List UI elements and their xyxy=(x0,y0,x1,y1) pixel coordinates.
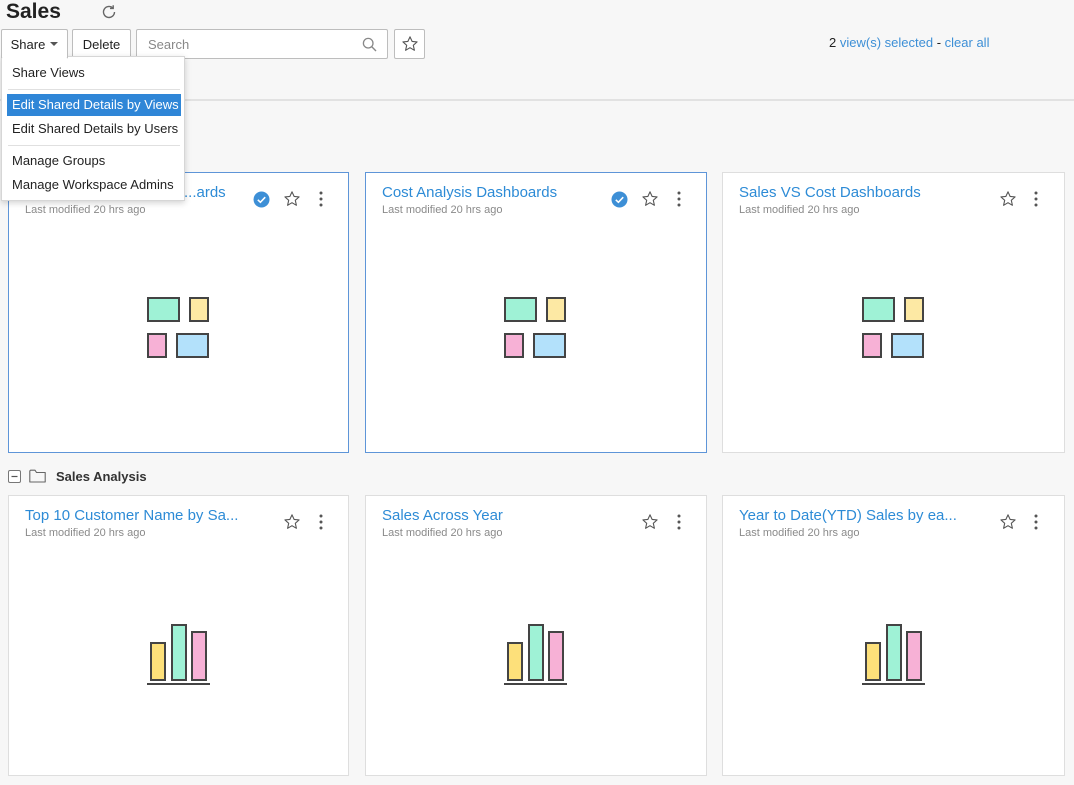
search-icon[interactable] xyxy=(362,37,377,52)
view-card[interactable]: ...ards Last modified 20 hrs ago xyxy=(8,172,349,453)
card-title[interactable]: Year to Date(YTD) Sales by ea... xyxy=(739,507,957,524)
clear-all-link[interactable]: clear all xyxy=(945,35,990,50)
folder-icon xyxy=(29,469,46,483)
card-modified: Last modified 20 hrs ago xyxy=(739,204,860,216)
bar-chart-icon xyxy=(146,624,210,685)
star-icon[interactable] xyxy=(999,190,1017,208)
view-card[interactable]: Sales VS Cost Dashboards Last modified 2… xyxy=(722,172,1065,453)
menu-divider xyxy=(8,145,180,146)
view-card[interactable]: Sales Across Year Last modified 20 hrs a… xyxy=(365,495,707,776)
menu-item-share-views[interactable]: Share Views xyxy=(2,62,184,84)
selection-count: 2 xyxy=(829,35,837,50)
folder-header[interactable]: Sales Analysis xyxy=(8,466,147,486)
card-modified: Last modified 20 hrs ago xyxy=(25,527,146,539)
star-icon[interactable] xyxy=(641,190,659,208)
star-icon xyxy=(401,36,418,51)
card-title[interactable]: Cost Analysis Dashboards xyxy=(382,184,557,201)
chevron-down-icon xyxy=(50,42,59,46)
menu-item-manage-groups[interactable]: Manage Groups xyxy=(2,150,184,172)
share-button-label: Share xyxy=(10,36,46,52)
bar-chart-icon xyxy=(861,624,925,685)
search-field[interactable] xyxy=(136,29,388,59)
view-card[interactable]: Year to Date(YTD) Sales by ea... Last mo… xyxy=(722,495,1065,776)
view-card[interactable]: Cost Analysis Dashboards Last modified 2… xyxy=(365,172,707,453)
more-options-icon[interactable] xyxy=(1033,191,1039,207)
bar-chart-icon xyxy=(504,624,567,685)
more-options-icon[interactable] xyxy=(1033,514,1039,530)
more-options-icon[interactable] xyxy=(318,191,324,207)
star-icon[interactable] xyxy=(641,513,659,531)
dashboard-icon xyxy=(861,297,924,358)
dashboard-icon xyxy=(146,297,209,358)
card-title[interactable]: Top 10 Customer Name by Sa... xyxy=(25,507,238,524)
selected-views-link[interactable]: view(s) selected xyxy=(840,35,933,50)
search-input[interactable] xyxy=(137,30,347,58)
star-icon[interactable] xyxy=(283,190,301,208)
star-icon[interactable] xyxy=(283,513,301,531)
more-options-icon[interactable] xyxy=(676,514,682,530)
share-menu: Share Views Edit Shared Details by Views… xyxy=(1,56,185,201)
selected-check-icon[interactable] xyxy=(253,191,270,208)
menu-item-edit-shared-by-views[interactable]: Edit Shared Details by Views xyxy=(7,94,181,116)
selected-check-icon[interactable] xyxy=(611,191,628,208)
selection-separator: - xyxy=(936,35,942,50)
menu-item-manage-workspace-admins[interactable]: Manage Workspace Admins xyxy=(2,174,184,196)
card-title[interactable]: Sales Across Year xyxy=(382,507,503,524)
menu-item-edit-shared-by-users[interactable]: Edit Shared Details by Users xyxy=(2,118,184,140)
card-modified: Last modified 20 hrs ago xyxy=(382,204,503,216)
collapse-icon[interactable] xyxy=(8,469,21,483)
card-modified: Last modified 20 hrs ago xyxy=(25,204,146,216)
refresh-icon[interactable] xyxy=(100,3,118,21)
card-modified: Last modified 20 hrs ago xyxy=(382,527,503,539)
card-title[interactable]: Sales VS Cost Dashboards xyxy=(739,184,921,201)
folder-name: Sales Analysis xyxy=(56,468,147,484)
star-icon[interactable] xyxy=(999,513,1017,531)
share-button[interactable]: Share xyxy=(1,29,68,59)
card-title[interactable]: ...ards xyxy=(184,184,226,201)
page-title: Sales xyxy=(6,0,61,23)
favorites-button[interactable] xyxy=(394,29,425,59)
menu-divider xyxy=(8,89,180,90)
card-modified: Last modified 20 hrs ago xyxy=(739,527,860,539)
more-options-icon[interactable] xyxy=(318,514,324,530)
selection-status: 2 view(s) selected - clear all xyxy=(829,35,989,50)
delete-button[interactable]: Delete xyxy=(72,29,131,59)
more-options-icon[interactable] xyxy=(676,191,682,207)
dashboard-icon xyxy=(504,297,566,358)
view-card[interactable]: Top 10 Customer Name by Sa... Last modif… xyxy=(8,495,349,776)
